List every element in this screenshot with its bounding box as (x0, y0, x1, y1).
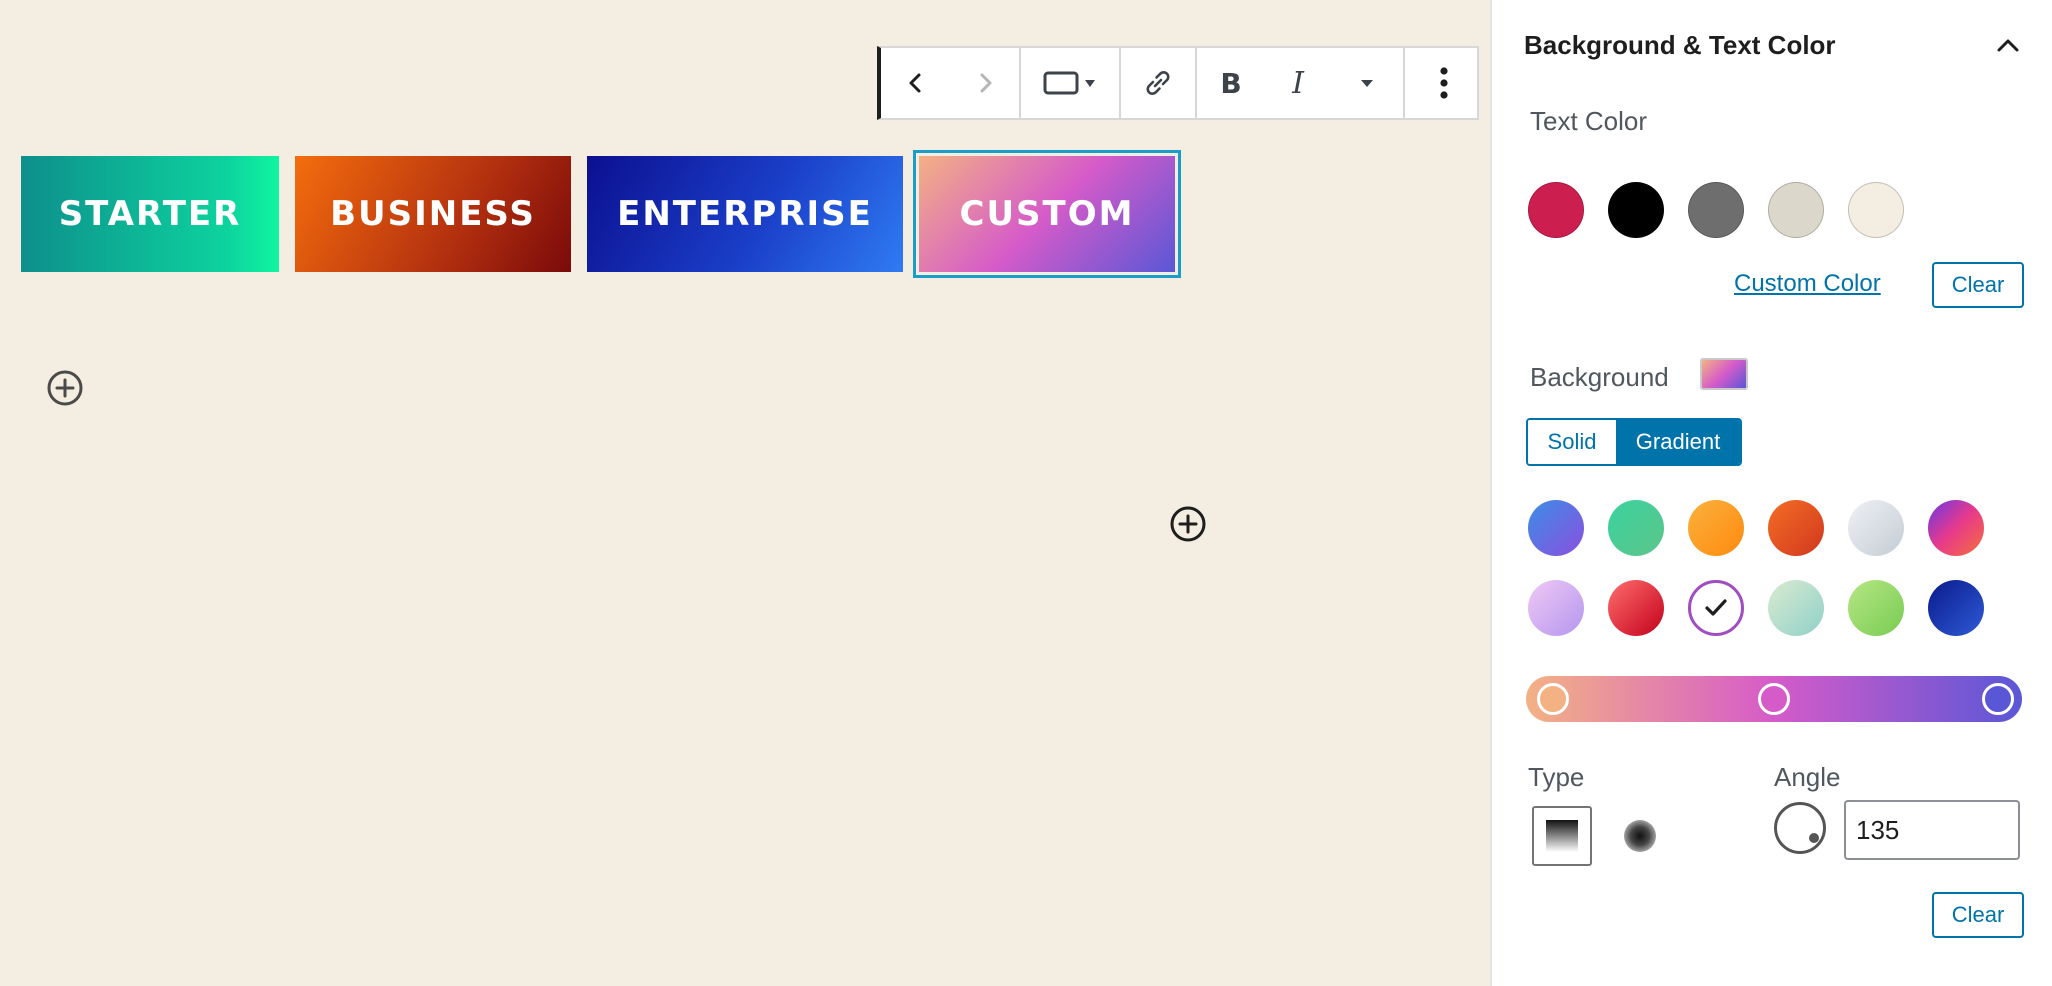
options-button[interactable] (1405, 48, 1483, 118)
angle-dial-indicator (1809, 833, 1819, 843)
more-formatting-button[interactable] (1331, 48, 1403, 118)
gradient-preset-navy[interactable] (1928, 580, 1984, 636)
link-button[interactable] (1121, 48, 1195, 118)
type-label: Type (1528, 762, 1585, 792)
caret-down-icon (1085, 80, 1095, 87)
business-button[interactable]: BUSINESS (295, 156, 571, 272)
previous-button[interactable] (881, 48, 950, 118)
text-color-clear-button[interactable]: Clear (1932, 262, 2024, 308)
text-color-swatch-red[interactable] (1528, 182, 1584, 238)
text-color-swatch-light-gray[interactable] (1768, 182, 1824, 238)
text-color-swatch-cream[interactable] (1848, 182, 1904, 238)
custom-button[interactable]: CUSTOM (919, 156, 1175, 272)
gradient-preset-purple-pink[interactable] (1928, 500, 1984, 556)
linear-gradient-type-button[interactable] (1532, 806, 1592, 866)
caret-down-icon (1361, 80, 1373, 87)
toolbar-navigation-group (881, 48, 1021, 118)
background-mode-toggle: Solid Gradient (1526, 418, 1742, 466)
gradient-preset-red-orange[interactable] (1768, 500, 1824, 556)
gradient-preset-silver[interactable] (1848, 500, 1904, 556)
gradient-preset-red[interactable] (1608, 580, 1664, 636)
selected-block-outline: CUSTOM (913, 150, 1181, 278)
chevron-left-icon (909, 73, 920, 93)
gradient-preset-orange[interactable] (1688, 500, 1744, 556)
angle-input[interactable] (1844, 800, 2020, 860)
gradient-stop[interactable] (1537, 683, 1569, 715)
background-clear-button[interactable]: Clear (1932, 892, 2024, 938)
bold-button[interactable]: B (1197, 48, 1265, 118)
text-color-swatch-gray[interactable] (1688, 182, 1744, 238)
editor-canvas: B I STARTER BUSINESS ENTERPRISE CUSTOM (0, 0, 1490, 986)
gradient-tab[interactable]: Gradient (1616, 420, 1740, 464)
toolbar-format-group: B I (1197, 48, 1405, 118)
text-color-swatch-black[interactable] (1608, 182, 1664, 238)
link-icon (1146, 71, 1170, 95)
gradient-preset-lime[interactable] (1848, 580, 1904, 636)
panel-title[interactable]: Background & Text Color (1524, 30, 1836, 61)
gradient-stop[interactable] (1982, 683, 2014, 715)
enterprise-button[interactable]: ENTERPRISE (587, 156, 903, 272)
gradient-preset-lavender[interactable] (1528, 580, 1584, 636)
block-toolbar: B I (877, 46, 1479, 120)
italic-button[interactable]: I (1265, 48, 1331, 118)
solid-tab[interactable]: Solid (1528, 420, 1616, 464)
settings-sidebar: Background & Text Color Text Color Custo… (1490, 0, 2052, 986)
gradient-preset-mint[interactable] (1768, 580, 1824, 636)
background-label: Background (1530, 362, 1669, 392)
toolbar-width-group (1021, 48, 1121, 118)
toolbar-options-group (1405, 48, 1483, 118)
radial-gradient-type-button[interactable] (1624, 820, 1656, 852)
button-width-icon (1043, 71, 1079, 95)
chevron-right-icon (980, 73, 991, 93)
custom-color-button[interactable]: Custom Color (1734, 270, 1881, 298)
text-color-label: Text Color (1530, 106, 1648, 136)
toolbar-link-group (1121, 48, 1197, 118)
vertical-ellipsis-icon (1440, 67, 1448, 99)
add-block-icon[interactable] (46, 369, 84, 407)
gradient-preset-green[interactable] (1608, 500, 1664, 556)
angle-label: Angle (1774, 762, 1841, 792)
checkmark-icon (1705, 599, 1727, 616)
background-preview-swatch (1700, 358, 1748, 390)
gradient-preset-selected[interactable] (1688, 580, 1744, 636)
next-button[interactable] (950, 48, 1019, 118)
gradient-stop[interactable] (1758, 683, 1790, 715)
add-block-icon[interactable] (1169, 505, 1207, 543)
button-width-dropdown[interactable] (1021, 48, 1119, 118)
linear-gradient-icon (1546, 820, 1578, 852)
chevron-up-icon[interactable] (1994, 32, 2022, 60)
gradient-preset-blue-purple[interactable] (1528, 500, 1584, 556)
angle-dial[interactable] (1774, 802, 1826, 854)
starter-button[interactable]: STARTER (21, 156, 279, 272)
